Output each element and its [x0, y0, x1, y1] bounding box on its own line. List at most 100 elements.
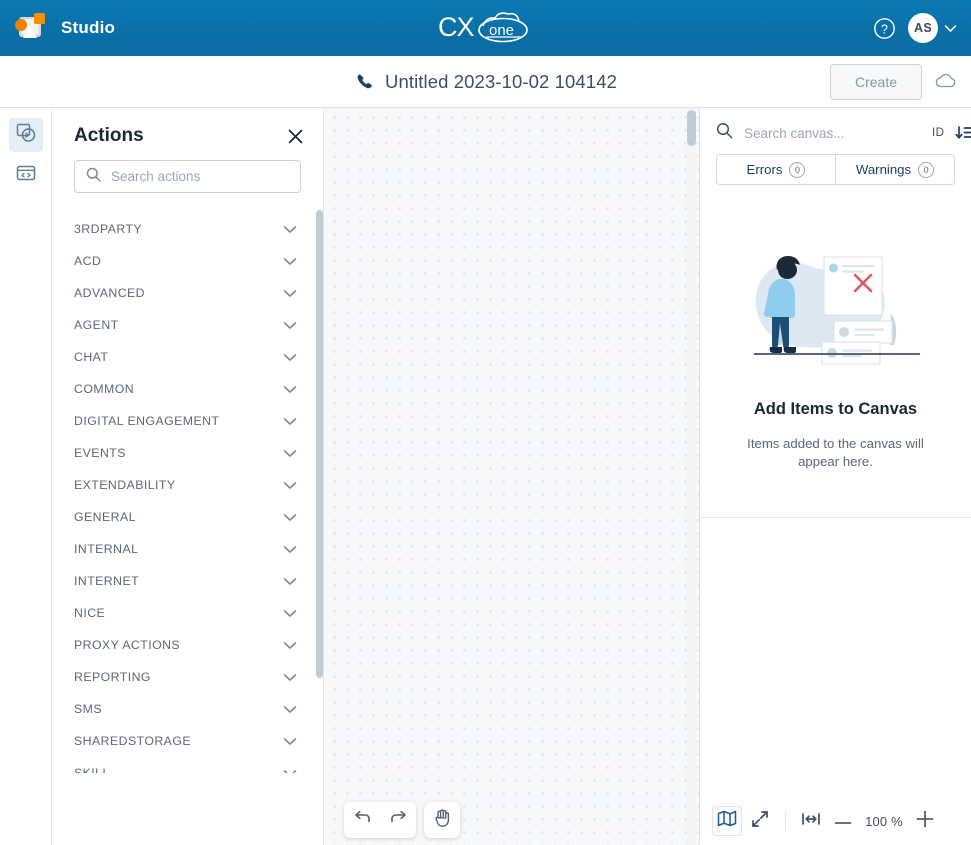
zoom-in-button[interactable] — [911, 807, 939, 835]
chevron-down-icon — [283, 577, 297, 586]
svg-text:CX: CX — [438, 12, 474, 42]
sidebar-item-actions[interactable] — [8, 118, 43, 152]
category-internal[interactable]: INTERNAL — [52, 533, 323, 565]
category-reporting[interactable]: REPORTING — [52, 661, 323, 693]
page-title: Actions — [74, 125, 144, 146]
category-label: SKILL — [74, 766, 110, 773]
redo-button[interactable] — [380, 802, 416, 838]
chevron-down-icon — [283, 481, 297, 490]
undo-button[interactable] — [344, 802, 380, 838]
app-name-label: Studio — [61, 18, 116, 37]
svg-text:?: ? — [881, 22, 888, 36]
actions-shapes-icon — [15, 122, 37, 149]
chevron-down-icon — [283, 225, 297, 234]
chevron-down-icon — [283, 673, 297, 682]
header-right-group: ? AS — [872, 13, 971, 43]
app-logo-group[interactable]: Studio — [0, 11, 115, 45]
tab-warnings-label: Warnings — [855, 162, 912, 177]
chevron-down-icon — [283, 737, 297, 746]
toolbar-divider — [785, 811, 786, 831]
canvas-scrollbar-track[interactable] — [687, 108, 696, 845]
history-tool-group — [344, 802, 416, 838]
category-agent[interactable]: AGENT — [52, 309, 323, 341]
tab-errors[interactable]: Errors 0 — [717, 155, 835, 184]
zoom-level-label: 100 % — [865, 813, 903, 829]
empty-state: Add Items to Canvas Items added to the c… — [700, 185, 971, 518]
user-menu[interactable]: AS — [908, 13, 957, 43]
category-events[interactable]: EVENTS — [52, 437, 323, 469]
category-digital-engagement[interactable]: DIGITAL ENGAGEMENT — [52, 405, 323, 437]
pan-tool-group — [424, 802, 460, 838]
issues-tabs: Errors 0 Warnings 0 — [716, 154, 955, 185]
chevron-down-icon — [283, 257, 297, 266]
category-proxy-actions[interactable]: PROXY ACTIONS — [52, 629, 323, 661]
close-icon[interactable] — [286, 127, 305, 146]
category-acd[interactable]: ACD — [52, 245, 323, 277]
actions-panel-header: Actions — [52, 108, 323, 160]
search-icon — [86, 167, 101, 187]
panel-spacer — [700, 518, 971, 798]
id-sort-label[interactable]: ID — [932, 127, 944, 139]
category-label: REPORTING — [74, 670, 151, 684]
category-label: COMMON — [74, 382, 135, 396]
zoom-out-button[interactable] — [829, 807, 857, 835]
chevron-down-icon — [283, 545, 297, 554]
phone-icon — [354, 72, 373, 91]
script-header: Untitled 2023-10-02 104142 Create — [0, 56, 971, 108]
chevron-down-icon — [283, 449, 297, 458]
chevron-down-icon — [283, 353, 297, 362]
script-canvas[interactable] — [325, 108, 699, 845]
cxone-logo-icon: CX one — [438, 10, 534, 46]
script-title-group: Untitled 2023-10-02 104142 — [354, 71, 617, 93]
create-button[interactable]: Create — [829, 63, 922, 100]
category-label: SMS — [74, 702, 102, 716]
chevron-down-icon — [283, 417, 297, 426]
left-icon-rail — [0, 108, 52, 845]
help-circle-icon[interactable]: ? — [872, 16, 896, 40]
chevron-down-icon — [283, 385, 297, 394]
empty-state-subtitle: Items added to the canvas will appear he… — [747, 436, 924, 469]
search-actions-input[interactable] — [111, 169, 289, 184]
fit-width-button[interactable] — [796, 806, 826, 836]
person-viewing-empty-list-illustration — [736, 237, 936, 382]
category-internet[interactable]: INTERNET — [52, 565, 323, 597]
undo-arrow-icon — [353, 809, 372, 831]
pan-tool-button[interactable] — [424, 802, 460, 838]
tab-warnings[interactable]: Warnings 0 — [835, 155, 954, 184]
canvas-toolbar — [344, 802, 460, 838]
category-label: NICE — [74, 606, 106, 620]
sort-descending-icon[interactable] — [955, 125, 971, 141]
code-window-icon — [15, 162, 37, 189]
category-chat[interactable]: CHAT — [52, 341, 323, 373]
category-nice[interactable]: NICE — [52, 597, 323, 629]
canvas-items-panel: ID Errors 0 Warnings 0 — [699, 108, 971, 845]
category-label: GENERAL — [74, 510, 136, 524]
errors-count-badge: 0 — [789, 161, 806, 178]
fit-width-icon — [801, 811, 821, 832]
category-advanced[interactable]: ADVANCED — [52, 277, 323, 309]
actions-panel-scrollbar[interactable] — [316, 210, 323, 678]
expand-fit-button[interactable] — [745, 806, 775, 836]
cloud-icon[interactable] — [934, 72, 957, 91]
chevron-down-icon — [283, 513, 297, 522]
category-skill[interactable]: SKILL — [52, 757, 323, 773]
category-sms[interactable]: SMS — [52, 693, 323, 725]
studio-logo-icon — [11, 11, 47, 45]
chevron-down-icon — [283, 641, 297, 650]
sidebar-item-code[interactable] — [9, 158, 43, 192]
tab-errors-label: Errors — [746, 162, 783, 177]
map-overview-button[interactable] — [712, 806, 742, 836]
action-category-list[interactable]: 3RDPARTY ACD ADVANCED AGENT CHAT COMMON … — [52, 213, 323, 773]
avatar: AS — [908, 13, 938, 43]
search-canvas-input[interactable] — [744, 125, 921, 141]
category-3rdparty[interactable]: 3RDPARTY — [52, 213, 323, 245]
chevron-down-icon — [944, 22, 957, 35]
category-general[interactable]: GENERAL — [52, 501, 323, 533]
category-sharedstorage[interactable]: SHAREDSTORAGE — [52, 725, 323, 757]
canvas-scrollbar-thumb[interactable] — [687, 110, 696, 146]
search-actions-box[interactable] — [74, 160, 301, 193]
category-extendability[interactable]: EXTENDABILITY — [52, 469, 323, 501]
category-label: DIGITAL ENGAGEMENT — [74, 414, 220, 428]
hand-icon — [433, 808, 452, 833]
category-common[interactable]: COMMON — [52, 373, 323, 405]
